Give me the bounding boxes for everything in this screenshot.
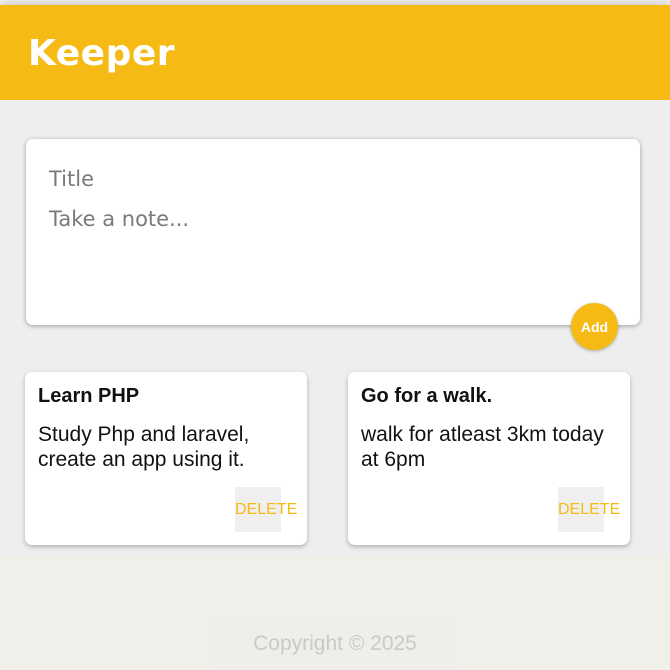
note-card: Go for a walk. walk for atleast 3km toda… — [348, 372, 630, 545]
delete-button[interactable]: DELETE — [235, 487, 297, 532]
app-header: Keeper — [0, 5, 670, 100]
app-title: Keeper — [28, 33, 176, 74]
note-content: Study Php and laravel, create an app usi… — [38, 423, 250, 471]
note-title: Learn PHP — [38, 385, 140, 407]
note-composer: Title Take a note... — [26, 139, 640, 325]
delete-label: DELETE — [235, 500, 298, 518]
footer-copyright: Copyright © 2025 — [215, 617, 455, 670]
delete-label: DELETE — [558, 500, 621, 518]
delete-button[interactable]: DELETE — [558, 487, 620, 532]
note-title: Go for a walk. — [361, 385, 493, 407]
note-content-input[interactable]: Take a note... — [49, 207, 189, 231]
note-card: Learn PHP Study Php and laravel, create … — [25, 372, 307, 545]
add-button[interactable]: Add — [571, 303, 618, 350]
title-input[interactable]: Title — [49, 167, 94, 191]
note-content: walk for atleast 3km today at 6pm — [361, 423, 604, 471]
